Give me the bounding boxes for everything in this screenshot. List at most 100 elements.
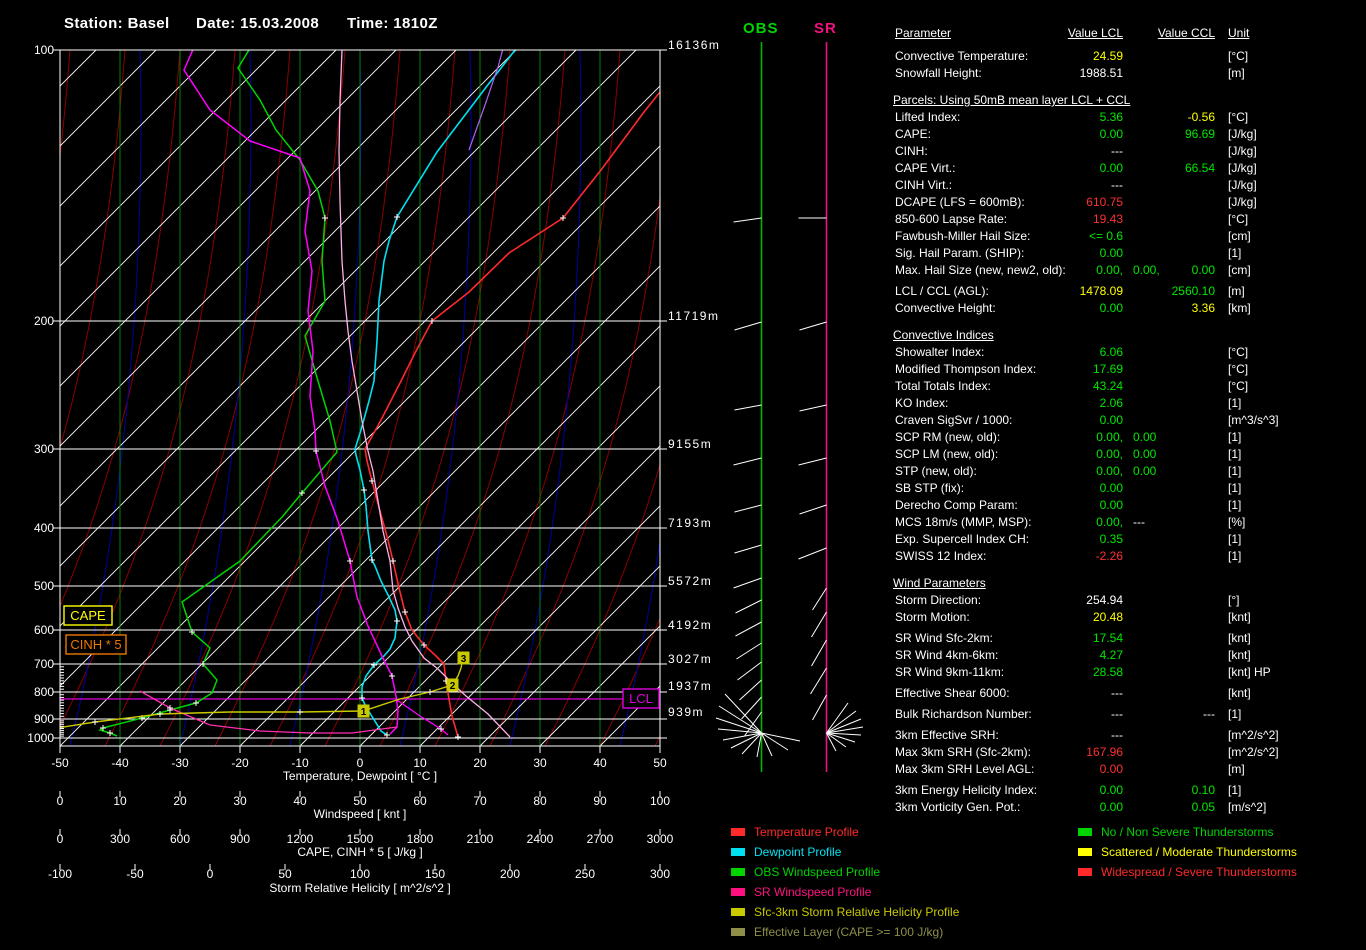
obs-wind-barb: [736, 642, 762, 660]
value-ccl: ---: [1203, 707, 1215, 721]
table-row: CINH Virt.: --- [J/kg]: [893, 177, 1363, 194]
x-axis-tick-label: 100: [349, 867, 371, 881]
unit-label: [m^3/s^3]: [1228, 413, 1279, 427]
legend-profile-label: Dewpoint Profile: [754, 845, 842, 859]
table-row: Lifted Index: 5.36 -0.56 [°C]: [893, 109, 1363, 126]
value-lcl: 610.75: [1086, 195, 1123, 209]
table-row: Storm Motion: 20.48 [knt]: [893, 609, 1363, 626]
value-mid: 0.00: [1133, 464, 1157, 478]
obs-wind-barb: [733, 217, 762, 223]
dry-adiabat-line: [599, 616, 660, 746]
sr-wind-barb: [798, 547, 827, 560]
x-axis-tick-label: 0: [56, 794, 64, 808]
legend-profile-label: SR Windspeed Profile: [754, 885, 872, 899]
x-axis-tick-label: 150: [424, 867, 446, 881]
profile-point-marker: [390, 558, 396, 564]
table-row: Bulk Richardson Number: --- --- [1]: [893, 706, 1363, 723]
x-axis-tick-label: 10: [413, 756, 427, 770]
legend-severity-label: Widespread / Severe Thunderstorms: [1101, 865, 1297, 879]
x-axis-title: Temperature, Dewpoint [ °C ]: [282, 769, 438, 783]
unit-label: [J/kg]: [1228, 144, 1257, 158]
legend-profile-label: OBS Windspeed Profile: [754, 865, 881, 879]
table-row: Sig. Hail Param. (SHIP): 0.00 [1]: [893, 245, 1363, 262]
value-lcl: 19.43: [1092, 212, 1123, 226]
table-row: MCS 18m/s (MMP, MSP): 0.00, --- [%]: [893, 514, 1363, 531]
value-lcl: ---: [1111, 178, 1123, 192]
x-axis-tick-label: 0: [56, 832, 64, 846]
altitude-tick-label: 4192m: [668, 618, 713, 632]
upper-parcel-trace-profile: [468, 50, 504, 151]
obs-wind-barb: [735, 621, 762, 637]
table-body: Convective Temperature: 24.59 [°C] Snowfall…: [893, 48, 1363, 816]
pressure-tick-label: 400: [33, 521, 54, 535]
sr-wind-barb: [810, 667, 827, 695]
table-row: CAPE: 0.00 96.69 [J/kg]: [893, 126, 1363, 143]
unit-label: [knt]: [1228, 648, 1251, 662]
isotherm-line: [119, 205, 660, 746]
isotherm-line: [60, 50, 397, 387]
srh-km-marker-label: 1: [361, 707, 367, 718]
value-lcl: 4.27: [1099, 648, 1123, 662]
x-axis-tick-label: 80: [533, 794, 547, 808]
table-row: KO Index: 2.06 [1]: [893, 395, 1363, 412]
table-row: 850-600 Lapse Rate: 19.43 [°C]: [893, 211, 1363, 228]
table-row: SR Wind 4km-6km: 4.27 [knt]: [893, 647, 1363, 664]
pressure-tick-label: 800: [33, 685, 54, 699]
unit-label: [J/kg]: [1228, 195, 1257, 209]
unit-label: [°C]: [1228, 345, 1249, 359]
unit-label: [1]: [1228, 498, 1242, 512]
temperature-profile-swatch: [731, 828, 745, 836]
col-header-value-ccl: Value CCL: [1157, 26, 1215, 40]
sr-wind-barb: [811, 639, 827, 667]
dry-adiabat-line: [324, 50, 511, 746]
value-lcl: 17.54: [1092, 631, 1123, 645]
table-row: Snowfall Height: 1988.51 [m]: [893, 65, 1363, 82]
value-lcl: 2.06: [1099, 396, 1123, 410]
x-axis-tick-label: 2100: [466, 832, 494, 846]
value-ccl: 0.00: [1191, 263, 1215, 277]
pressure-tick-label: 500: [33, 579, 54, 593]
dry-adiabat-line: [159, 50, 346, 746]
altitude-tick-label: 3027m: [668, 652, 713, 666]
profile-point-marker: [369, 557, 375, 563]
sr-wind-barb: [812, 694, 827, 721]
sr-wind-barb: [799, 321, 827, 331]
value-lcl: 43.24: [1092, 379, 1123, 393]
moist-adiabat-line: [0, 50, 31, 746]
x-axis-tick-label: 2700: [586, 832, 614, 846]
legend-profile-label: Temperature Profile: [754, 825, 859, 839]
unit-label: [1]: [1228, 707, 1242, 721]
x-axis-tick-label: -30: [171, 756, 189, 770]
obs-wind-barb: [733, 577, 762, 589]
sr-wind-barb: [799, 504, 827, 515]
sr-windspeed-profile-swatch: [731, 888, 745, 896]
x-axis-tick-label: 40: [293, 794, 307, 808]
x-axis-tick-label: 50: [353, 794, 367, 808]
unit-label: [km]: [1228, 301, 1251, 315]
legend-profile-item: Sfc-3km Storm Relative Helicity Profile: [731, 902, 959, 922]
unit-label: [m]: [1228, 66, 1245, 80]
unit-label: [cm]: [1228, 229, 1251, 243]
x-axis-tick-label: 900: [229, 832, 251, 846]
widespread-severe-thunderstorms-swatch: [1078, 868, 1092, 876]
sr-wind-barb-fan: [826, 710, 857, 734]
x-axis-tick-label: -40: [111, 756, 129, 770]
unit-label: [1]: [1228, 783, 1242, 797]
legend-profile-item: Effective Layer (CAPE >= 100 J/kg): [731, 922, 959, 942]
value-lcl: 20.48: [1092, 610, 1123, 624]
x-axis-tick-label: 300: [649, 867, 671, 881]
skewt-application-window: 1 2 3 CAPE CINH * 5 LCL Station: Basel Date: …: [0, 0, 1366, 950]
legend-profile-item: Temperature Profile: [731, 822, 959, 842]
x-axis-tick-label: -10: [291, 756, 309, 770]
x-axis-tick-label: 20: [473, 756, 487, 770]
table-row: Derecho Comp Param: 0.00 [1]: [893, 497, 1363, 514]
x-axis-tick-label: 1500: [346, 832, 374, 846]
unit-label: [1]: [1228, 481, 1242, 495]
table-row: SR Wind Sfc-2km: 17.54 [knt]: [893, 630, 1363, 647]
isotherm-line: [60, 145, 660, 746]
x-axis-title: Windspeed [ knt ]: [313, 807, 407, 821]
table-row: Storm Direction: 254.94 [°]: [893, 592, 1363, 609]
table-row: 3km Effective SRH: --- [m^2/s^2]: [893, 727, 1363, 744]
unit-label: [1]: [1228, 246, 1242, 260]
value-lcl: 0.00: [1099, 762, 1123, 776]
